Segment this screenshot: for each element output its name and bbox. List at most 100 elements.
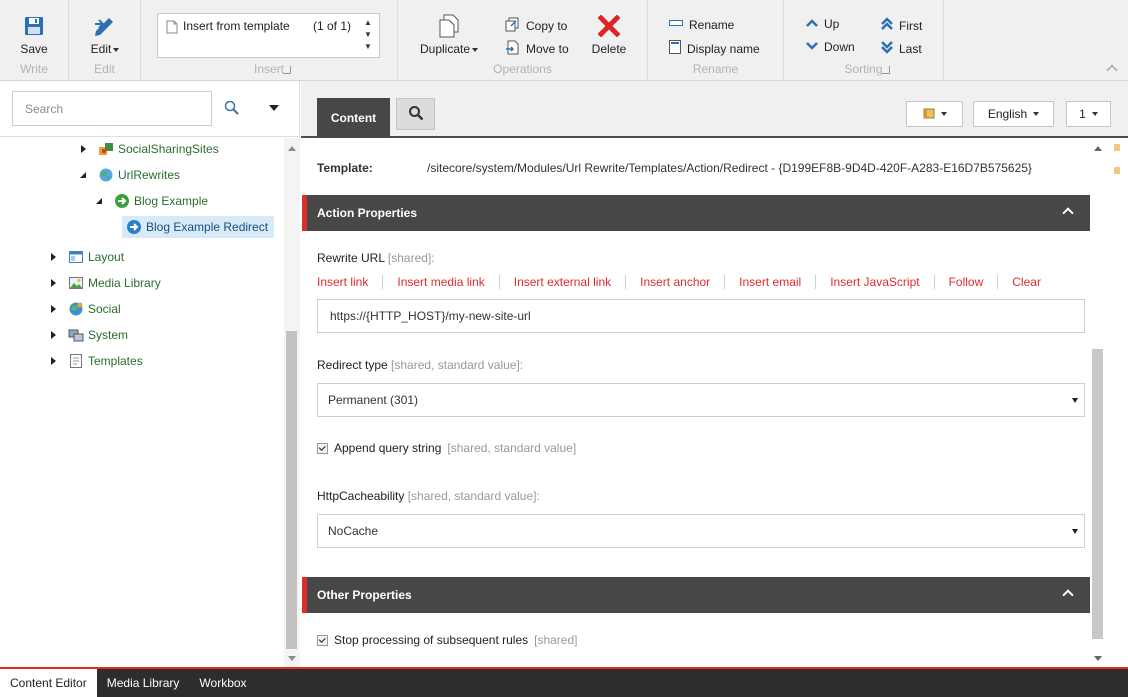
insert-email-button[interactable]: Insert email: [739, 275, 801, 289]
scroll-down-icon[interactable]: [288, 656, 296, 661]
search-icon[interactable]: [224, 100, 240, 119]
sort-first-button[interactable]: First: [881, 17, 922, 34]
rename-group-label: Rename: [692, 62, 739, 76]
item-history-dropdown[interactable]: [906, 101, 963, 127]
sorting-launcher-icon[interactable]: [882, 66, 890, 74]
sort-down-button[interactable]: Down: [806, 40, 855, 54]
tree-scrollbar[interactable]: [284, 138, 300, 667]
operations-group-label: Operations: [493, 62, 552, 76]
tree-item-label: Blog Example Redirect: [146, 220, 269, 234]
duplicate-dropdown-icon: [472, 47, 479, 52]
sort-last-button[interactable]: Last: [881, 40, 922, 57]
ribbon-group-rename: Rename Display name Rename: [648, 0, 784, 80]
insert-anchor-button[interactable]: Insert anchor: [640, 275, 710, 289]
search-tab-button[interactable]: [396, 98, 435, 130]
section-other-properties[interactable]: Other Properties: [302, 577, 1090, 613]
expand-arrow-icon[interactable]: [78, 145, 88, 153]
collapse-section-icon[interactable]: [1062, 207, 1074, 219]
tree-item-system[interactable]: System: [48, 324, 128, 346]
move-to-button[interactable]: Move to: [505, 40, 569, 58]
collapse-arrow-icon[interactable]: [94, 197, 104, 205]
system-icon: [68, 327, 84, 343]
editor-scrollbar[interactable]: [1090, 138, 1106, 667]
tab-content-editor[interactable]: Content Editor: [0, 669, 97, 697]
rewrite-url-label: Rewrite URL: [317, 251, 385, 265]
first-label: First: [899, 18, 923, 33]
edit-pencil-icon: [75, 14, 135, 38]
sort-up-button[interactable]: Up: [806, 17, 839, 31]
social-sharing-icon: [98, 141, 114, 157]
tree-item-socialsharingsites[interactable]: SocialSharingSites: [78, 138, 219, 160]
copy-to-button[interactable]: Copy to: [505, 17, 567, 35]
tree-item-templates[interactable]: Templates: [48, 350, 143, 372]
save-button[interactable]: Save: [4, 14, 64, 56]
duplicate-button[interactable]: Duplicate: [416, 14, 482, 56]
tree-item-layout[interactable]: Layout: [48, 246, 124, 268]
validation-marker[interactable]: [1114, 167, 1120, 174]
document-icon: [166, 20, 178, 37]
expand-arrow-icon[interactable]: [48, 357, 58, 365]
expand-arrow-icon[interactable]: [48, 331, 58, 339]
rewrite-url-field[interactable]: https://{HTTP_HOST}/my-new-site-url: [317, 299, 1085, 333]
section-action-properties[interactable]: Action Properties: [302, 195, 1090, 231]
content-tree-pane: SocialSharingSites UrlRewrites Blog Exam…: [0, 81, 300, 667]
scroll-up-icon[interactable]: [288, 146, 296, 151]
clear-link-button[interactable]: Clear: [1012, 275, 1041, 289]
tree-item-social[interactable]: Social: [48, 298, 121, 320]
rewrite-url-value: https://{HTTP_HOST}/my-new-site-url: [330, 309, 531, 323]
edit-button[interactable]: Edit: [75, 14, 135, 56]
editor-header: Content English 1: [301, 81, 1128, 138]
gallery-scroll-arrows[interactable]: ▲ ▼ ▼: [363, 17, 373, 53]
tab-content[interactable]: Content: [317, 98, 390, 138]
tree-item-blog-example-redirect[interactable]: Blog Example Redirect: [122, 216, 275, 238]
insert-javascript-button[interactable]: Insert JavaScript: [830, 275, 919, 289]
http-cacheability-select[interactable]: NoCache: [317, 514, 1085, 548]
stop-processing-checkbox[interactable]: [317, 634, 328, 646]
dropdown-arrow-icon: [1072, 398, 1078, 403]
expand-arrow-icon[interactable]: [48, 279, 58, 287]
language-dropdown[interactable]: English: [973, 101, 1054, 127]
search-input[interactable]: [12, 91, 212, 126]
append-query-string-checkbox[interactable]: [317, 442, 328, 454]
insert-launcher-icon[interactable]: [283, 66, 291, 74]
scroll-down-icon[interactable]: [1094, 656, 1102, 661]
duplicate-icon: [416, 14, 482, 38]
insert-external-link-button[interactable]: Insert external link: [514, 275, 611, 289]
scroll-up-icon[interactable]: [1094, 146, 1102, 151]
insert-media-link-button[interactable]: Insert media link: [397, 275, 484, 289]
tree-item-urlrewrites[interactable]: UrlRewrites: [78, 164, 180, 186]
search-options-dropdown-icon[interactable]: [269, 105, 279, 111]
follow-link-button[interactable]: Follow: [949, 275, 984, 289]
delete-button[interactable]: Delete: [579, 14, 639, 56]
ribbon-group-operations: Duplicate Copy to Move to Delete Operati…: [398, 0, 648, 80]
http-cacheability-field-label: HttpCacheability [shared, standard value…: [317, 489, 540, 503]
item-editor-form: Template: /sitecore/system/Modules/Url Re…: [301, 138, 1128, 667]
tab-media-library[interactable]: Media Library: [97, 669, 190, 697]
redirect-type-select[interactable]: Permanent (301): [317, 383, 1085, 417]
display-name-button[interactable]: Display name: [669, 40, 760, 57]
section-title: Other Properties: [317, 588, 412, 602]
collapse-ribbon-icon[interactable]: [1106, 64, 1118, 76]
validation-marker[interactable]: [1114, 144, 1120, 151]
expand-arrow-icon[interactable]: [48, 253, 58, 261]
scrollbar-thumb[interactable]: [1092, 349, 1103, 639]
social-globe-icon: [68, 301, 84, 317]
tree-item-label: Media Library: [88, 276, 161, 290]
tab-workbox[interactable]: Workbox: [189, 669, 256, 697]
collapse-arrow-icon[interactable]: [78, 171, 88, 179]
scrollbar-thumb[interactable]: [286, 331, 297, 649]
display-name-icon: [669, 40, 681, 57]
version-dropdown[interactable]: 1: [1066, 101, 1111, 127]
expand-arrow-icon[interactable]: [48, 305, 58, 313]
tree-item-media-library[interactable]: Media Library: [48, 272, 161, 294]
last-label: Last: [899, 41, 922, 56]
display-name-label: Display name: [687, 41, 760, 56]
collapse-section-icon[interactable]: [1062, 589, 1074, 601]
insert-link-button[interactable]: Insert link: [317, 275, 368, 289]
rename-label: Rename: [689, 17, 735, 32]
tree-item-blog-example[interactable]: Blog Example: [94, 190, 208, 212]
double-up-arrow-icon: [881, 17, 893, 34]
insert-template-gallery[interactable]: Insert from template (1 of 1) ▲ ▼ ▼: [157, 13, 380, 58]
link-separator: [997, 275, 999, 289]
rename-button[interactable]: Rename: [669, 17, 734, 32]
